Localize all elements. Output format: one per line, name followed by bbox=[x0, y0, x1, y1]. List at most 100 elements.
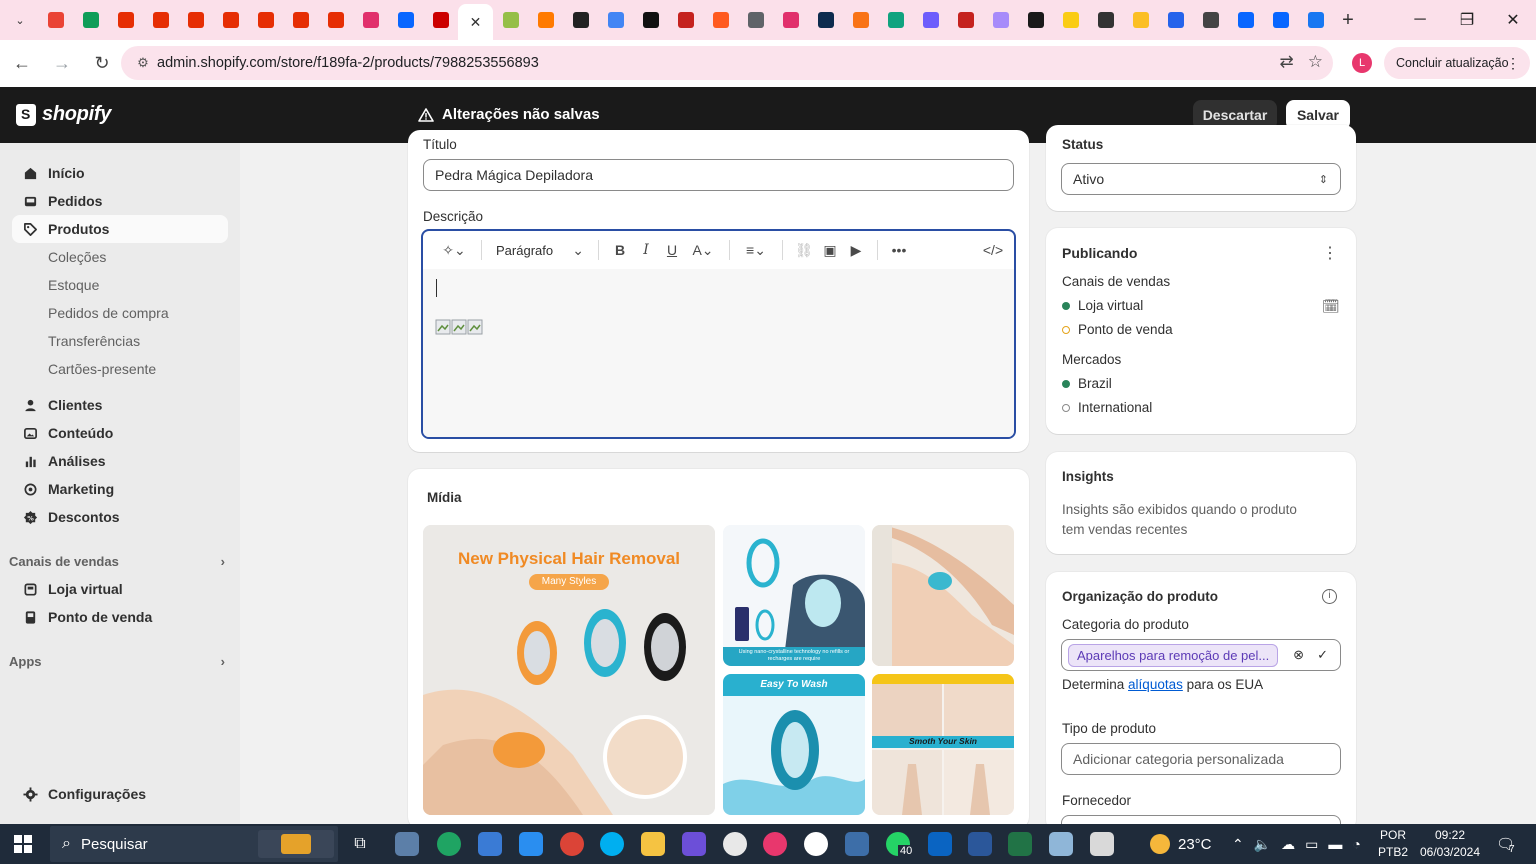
jk-tab[interactable] bbox=[1193, 3, 1228, 37]
media-main-image[interactable]: New Physical Hair Removal Many Styles bbox=[423, 525, 715, 815]
excel-icon[interactable] bbox=[1008, 832, 1032, 856]
editor-content[interactable] bbox=[423, 269, 1014, 437]
task-view-icon[interactable]: ⧉ bbox=[348, 832, 372, 856]
code-view-icon[interactable]: </> bbox=[980, 236, 1006, 264]
p-tab[interactable] bbox=[1123, 3, 1158, 37]
edge-icon[interactable] bbox=[437, 832, 461, 856]
mail-icon[interactable] bbox=[519, 832, 543, 856]
media-tile-2[interactable] bbox=[872, 525, 1014, 666]
chatgpt-tab[interactable] bbox=[878, 3, 913, 37]
shopify-logo[interactable]: shopify bbox=[16, 103, 111, 126]
fire-tab[interactable] bbox=[703, 3, 738, 37]
more-options-icon[interactable]: ••• bbox=[886, 236, 912, 264]
sidebar-sub-transferencias[interactable]: Transferências bbox=[48, 333, 140, 349]
ai-magic-icon[interactable]: ✧⌄ bbox=[435, 236, 473, 264]
colorful-tab[interactable] bbox=[913, 3, 948, 37]
weather-widget[interactable]: 23°C bbox=[1150, 824, 1212, 864]
insert-image-icon[interactable]: ▣ bbox=[817, 236, 843, 264]
media-tile-4[interactable]: Smoth Your Skin bbox=[872, 674, 1014, 815]
chrome-active-icon[interactable] bbox=[763, 832, 787, 856]
meta-tab-2[interactable] bbox=[1228, 3, 1263, 37]
sidebar-item-marketing[interactable]: Marketing bbox=[12, 475, 228, 503]
dark-tab[interactable] bbox=[808, 3, 843, 37]
device-icon[interactable]: ▭ bbox=[1305, 836, 1318, 853]
product-type-input[interactable]: Adicionar categoria personalizada bbox=[1061, 743, 1341, 775]
clock[interactable]: 09:22 06/03/2024 bbox=[1414, 824, 1486, 864]
orange-tab[interactable] bbox=[843, 3, 878, 37]
app-icon-3[interactable] bbox=[804, 832, 828, 856]
aliexpress-tab-2[interactable] bbox=[143, 3, 178, 37]
colorful-tab-2[interactable] bbox=[1158, 3, 1193, 37]
instagram-tab-2[interactable] bbox=[773, 3, 808, 37]
back-button[interactable]: ← bbox=[4, 46, 40, 82]
uv-tab[interactable] bbox=[1088, 3, 1123, 37]
facebook-tab[interactable] bbox=[1298, 3, 1333, 37]
more-vertical-icon[interactable]: ⋮ bbox=[1322, 243, 1338, 263]
sidebar-item-loja-virtual[interactable]: Loja virtual bbox=[12, 575, 228, 603]
battery-icon[interactable]: ▬ bbox=[1328, 836, 1342, 852]
media-tile-3[interactable]: Easy To Wash bbox=[723, 674, 865, 815]
target-tab[interactable] bbox=[423, 3, 458, 37]
black-tab[interactable] bbox=[1018, 3, 1053, 37]
tab-search-dropdown-icon[interactable]: ⌄ bbox=[8, 8, 32, 32]
category-tag[interactable]: Aparelhos para remoção de pel... bbox=[1068, 643, 1279, 667]
new-tab-button[interactable]: + bbox=[1333, 9, 1363, 32]
minimize-button[interactable]: ─ bbox=[1397, 0, 1443, 40]
close-window-button[interactable]: ✕ bbox=[1490, 0, 1536, 40]
sidebar-sub-pedidos-compra[interactable]: Pedidos de compra bbox=[48, 305, 169, 321]
sidebar-item-produtos[interactable]: Produtos bbox=[12, 215, 228, 243]
sidebar-item-configuracoes[interactable]: Configurações bbox=[12, 780, 228, 808]
notifications-button[interactable]: 🗨 7 bbox=[1496, 824, 1515, 864]
description-editor[interactable]: ✧⌄ Parágrafo ⌄ B I U A⌄ ≡⌄ ⛓ ▣ ▶ ••• </> bbox=[421, 229, 1016, 439]
more-menu-icon[interactable]: ⋮ bbox=[1506, 55, 1520, 72]
globe-tab[interactable] bbox=[738, 3, 773, 37]
check-circle-icon[interactable]: ✓ bbox=[1317, 647, 1328, 663]
shopify-tab[interactable] bbox=[493, 3, 528, 37]
insert-video-icon[interactable]: ▶ bbox=[843, 236, 869, 264]
aliexpress-tab-3[interactable] bbox=[178, 3, 213, 37]
s-tab[interactable] bbox=[633, 3, 668, 37]
active-tab[interactable]: ✕ bbox=[458, 4, 493, 40]
windows-start-icon[interactable] bbox=[14, 835, 32, 853]
title-input[interactable]: Pedra Mágica Depiladora bbox=[423, 159, 1014, 191]
app-icon-2[interactable] bbox=[682, 832, 706, 856]
link-icon[interactable]: ⛓ bbox=[791, 236, 817, 264]
aliquotas-link[interactable]: alíquotas bbox=[1128, 677, 1183, 692]
sidebar-item-conteudo[interactable]: Conteúdo bbox=[12, 419, 228, 447]
translate-icon[interactable]: ⇄ bbox=[1280, 52, 1294, 72]
update-button[interactable]: Concluir atualização ⋮ bbox=[1384, 47, 1530, 79]
restore-button[interactable]: ❐ bbox=[1444, 0, 1490, 40]
purple-tab[interactable] bbox=[983, 3, 1018, 37]
aliexpress-tab-1[interactable] bbox=[108, 3, 143, 37]
app-icon-6[interactable] bbox=[1090, 832, 1114, 856]
status-select[interactable]: Ativo ⇕ bbox=[1061, 163, 1341, 195]
meta-tab-3[interactable] bbox=[1263, 3, 1298, 37]
text-color-icon[interactable]: A⌄ bbox=[685, 236, 721, 264]
sheets-tab[interactable] bbox=[73, 3, 108, 37]
sidebar-item-pedidos[interactable]: Pedidos bbox=[12, 187, 228, 215]
paragraph-format-select[interactable]: Parágrafo ⌄ bbox=[490, 236, 590, 264]
aliexpress-tab-5[interactable] bbox=[248, 3, 283, 37]
yellow-tab[interactable] bbox=[1053, 3, 1088, 37]
store-app-icon[interactable] bbox=[478, 832, 502, 856]
sidebar-sub-estoque[interactable]: Estoque bbox=[48, 277, 99, 293]
sidebar-sub-colecoes[interactable]: Coleções bbox=[48, 249, 106, 265]
close-tab-icon[interactable]: ✕ bbox=[470, 14, 482, 31]
instagram-tab[interactable] bbox=[353, 3, 388, 37]
align-icon[interactable]: ≡⌄ bbox=[738, 236, 774, 264]
cloud-icon[interactable]: ☁ bbox=[1281, 836, 1295, 853]
gmail-tab-2[interactable] bbox=[668, 3, 703, 37]
italic-icon[interactable]: I bbox=[633, 236, 659, 264]
media-tile-1[interactable]: Using nano-crystalline technology no ref… bbox=[723, 525, 865, 666]
info-icon[interactable]: i bbox=[1322, 589, 1337, 604]
forward-button[interactable]: → bbox=[44, 46, 80, 82]
reload-button[interactable]: ↻ bbox=[84, 46, 120, 82]
sidebar-item-descontos[interactable]: % Descontos bbox=[12, 503, 228, 531]
dsers-tab[interactable] bbox=[528, 3, 563, 37]
chevron-up-icon[interactable]: ⌃ bbox=[1232, 836, 1244, 853]
chrome-icon[interactable] bbox=[560, 832, 584, 856]
aliexpress-tab-6[interactable] bbox=[283, 3, 318, 37]
app-icon-5[interactable] bbox=[1049, 832, 1073, 856]
v-tab[interactable] bbox=[563, 3, 598, 37]
taskbar-search[interactable]: ⌕ Pesquisar bbox=[50, 826, 338, 862]
